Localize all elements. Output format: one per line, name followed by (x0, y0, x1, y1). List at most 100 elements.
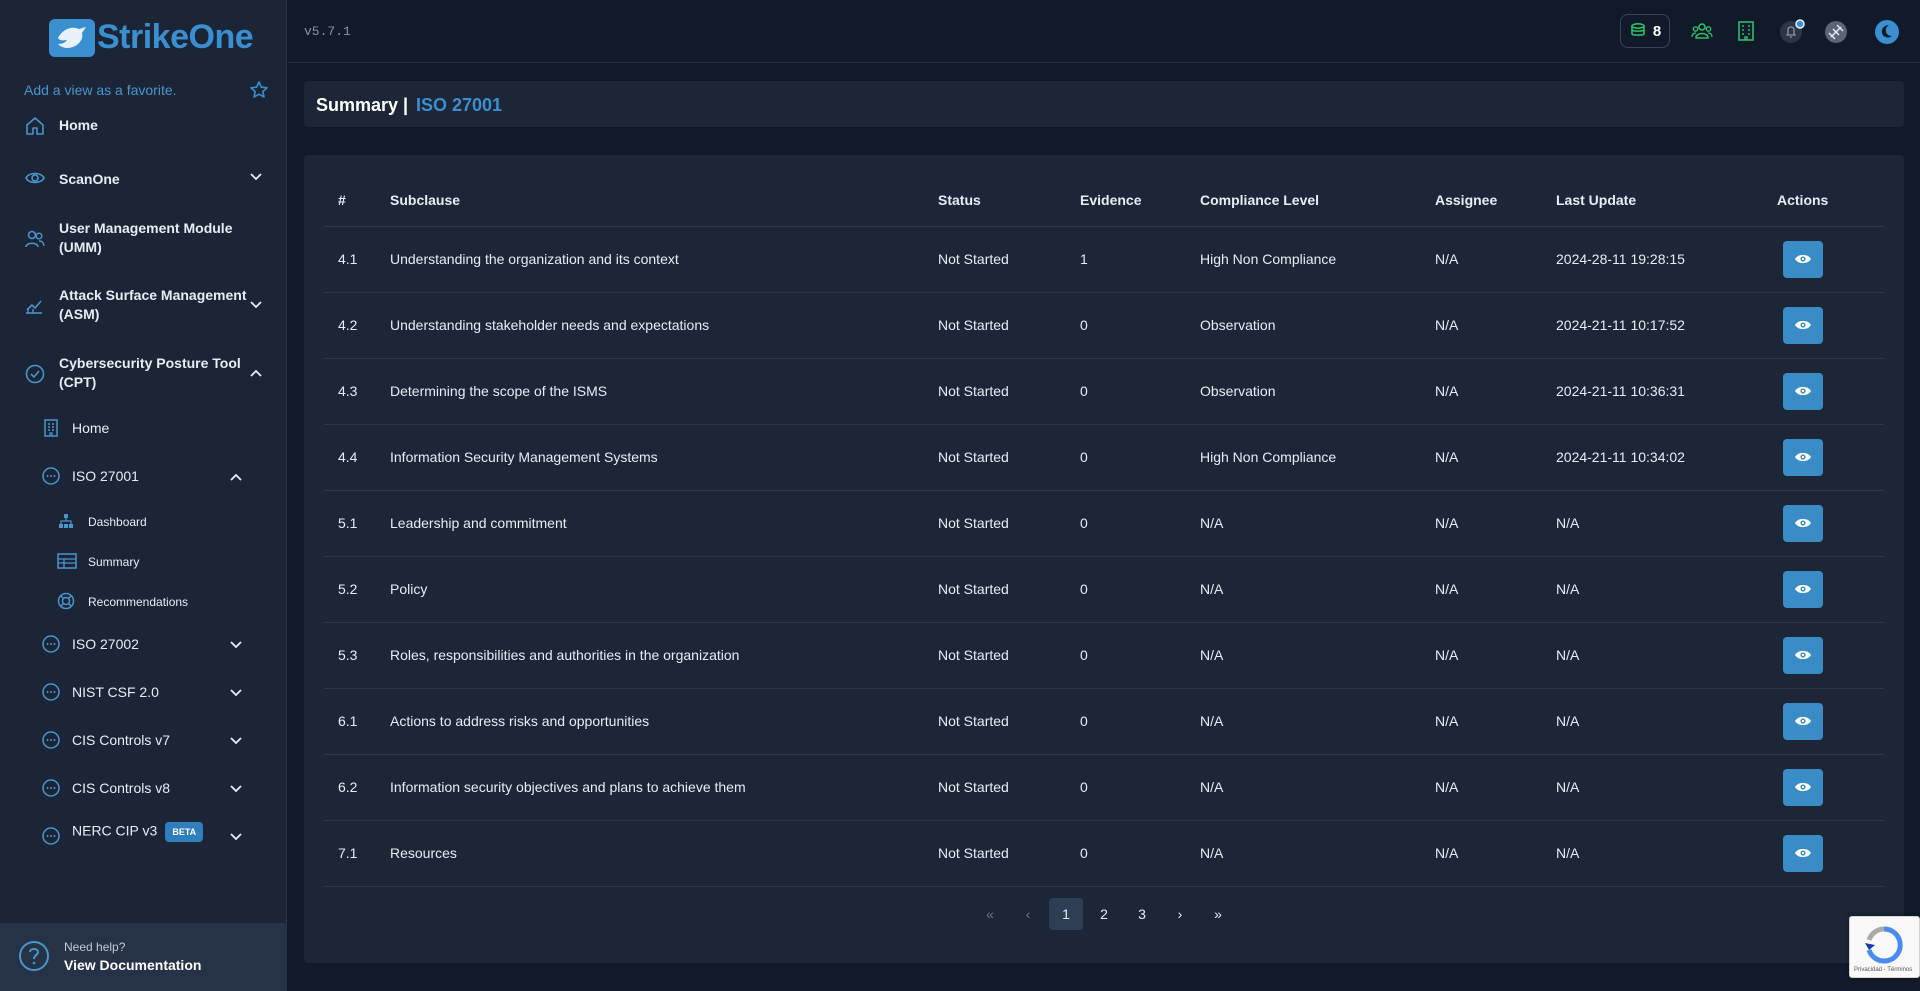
cell-assignee: N/A (1435, 424, 1556, 491)
cell-evidence: 0 (1080, 622, 1200, 689)
notification-bell-icon[interactable] (1780, 19, 1806, 45)
sidebar-item-cis-v8[interactable]: CIS Controls v8 (0, 778, 287, 800)
table-row: 5.3 Roles, responsibilities and authoriti… (324, 622, 1884, 689)
sidebar-item-home[interactable]: Home (0, 114, 287, 138)
recaptcha-badge[interactable]: Privacidad - Términos (1849, 916, 1920, 978)
cell-status: Not Started (938, 292, 1080, 359)
eye-icon (1794, 715, 1812, 727)
chevron-down-icon[interactable] (229, 688, 243, 698)
view-button[interactable] (1783, 636, 1823, 674)
chevron-down-icon[interactable] (229, 640, 243, 650)
sidebar-item-asm[interactable]: Attack Surface Management (ASM) (0, 286, 287, 326)
view-button[interactable] (1783, 768, 1823, 806)
cell-compliance-level: N/A (1200, 622, 1435, 689)
cell-evidence: 0 (1080, 292, 1200, 359)
sidebar-item-cpt-home[interactable]: Home (0, 418, 287, 440)
sidebar-item-label: Recommendations (88, 595, 189, 609)
cell-subclause: Understanding stakeholder needs and expe… (390, 292, 938, 359)
eye-icon (24, 167, 46, 189)
eye-icon (1794, 319, 1812, 331)
table-row: 6.2 Information security objectives and p… (324, 754, 1884, 821)
column-header[interactable]: Subclause (390, 175, 938, 227)
sidebar-item-label: Attack Surface Management (ASM) (59, 287, 247, 322)
page-2-button[interactable]: 2 (1087, 898, 1121, 930)
view-button[interactable] (1783, 834, 1823, 872)
sidebar-item-label: User Management Module (UMM) (59, 220, 233, 255)
sidebar-item-cis-v7[interactable]: CIS Controls v7 (0, 730, 287, 752)
cell-assignee: N/A (1435, 226, 1556, 293)
sidebar-item-summary[interactable]: Summary (0, 552, 287, 572)
sidebar-item-label: Summary (88, 555, 140, 569)
view-button[interactable] (1783, 504, 1823, 542)
satellite-icon[interactable] (1824, 20, 1848, 44)
previous-page-button[interactable]: ‹ (1011, 898, 1045, 930)
cell-status: Not Started (938, 556, 1080, 623)
column-header[interactable]: Assignee (1435, 175, 1556, 227)
cell-actions (1777, 424, 1884, 491)
star-plus-icon[interactable] (249, 80, 269, 100)
dark-mode-moon-icon[interactable] (1874, 19, 1900, 45)
view-button[interactable] (1783, 702, 1823, 740)
sidebar-item-dashboard[interactable]: Dashboard (0, 512, 287, 532)
chevron-down-icon[interactable] (229, 832, 243, 842)
chevron-down-icon[interactable] (249, 172, 263, 182)
cell-subclause: Leadership and commitment (390, 490, 938, 557)
sidebar-item-nist-csf[interactable]: NIST CSF 2.0 (0, 682, 287, 704)
view-button[interactable] (1783, 372, 1823, 410)
view-button[interactable] (1783, 438, 1823, 476)
favorite-text: Add a view as a favorite. (24, 82, 177, 98)
cell-number: 4.1 (324, 226, 390, 293)
credits-counter[interactable]: 8 (1620, 14, 1670, 48)
brand-logo[interactable]: StrikeOne (49, 18, 254, 57)
sidebar-item-nerc-cip[interactable]: NERC CIP v3 BETA (0, 822, 287, 848)
sidebar-item-label: Home (72, 420, 110, 436)
chevron-down-icon[interactable] (229, 784, 243, 794)
page-3-button[interactable]: 3 (1125, 898, 1159, 930)
chevron-down-icon[interactable] (229, 736, 243, 746)
credits-value: 8 (1652, 22, 1662, 40)
sidebar-item-umm[interactable]: User Management Module (UMM) (0, 219, 287, 259)
cell-subclause: Determining the scope of the ISMS (390, 358, 938, 425)
view-button[interactable] (1783, 570, 1823, 608)
cell-number: 5.2 (324, 556, 390, 623)
help-panel[interactable]: Need help? View Documentation (0, 923, 287, 991)
team-icon[interactable] (1691, 20, 1713, 42)
view-documentation-link[interactable]: View Documentation (64, 957, 201, 973)
first-page-button[interactable]: « (973, 898, 1007, 930)
column-header[interactable]: Compliance Level (1200, 175, 1435, 227)
cell-evidence: 0 (1080, 424, 1200, 491)
view-button[interactable] (1783, 306, 1823, 344)
sidebar-item-label: Home (59, 117, 98, 133)
cell-last-update: N/A (1556, 754, 1777, 821)
cell-subclause: Information Security Management Systems (390, 424, 938, 491)
bird-logo-icon (49, 18, 95, 57)
cell-number: 4.2 (324, 292, 390, 359)
cell-compliance-level: N/A (1200, 490, 1435, 557)
next-page-button[interactable]: › (1163, 898, 1197, 930)
chevron-down-icon[interactable] (249, 300, 263, 310)
view-button[interactable] (1783, 240, 1823, 278)
cell-last-update: 2024-21-11 10:17:52 (1556, 292, 1777, 359)
column-header: Actions (1777, 175, 1884, 227)
sidebar-item-iso27001[interactable]: ISO 27001 (0, 466, 287, 488)
cell-assignee: N/A (1435, 754, 1556, 821)
sidebar-item-recommendations[interactable]: Recommendations (0, 592, 287, 612)
chevron-up-icon[interactable] (249, 368, 263, 378)
column-header[interactable]: Last Update (1556, 175, 1777, 227)
page-1-button[interactable]: 1 (1049, 898, 1083, 930)
cell-actions (1777, 622, 1884, 689)
sidebar-item-scanone[interactable]: ScanOne (0, 166, 287, 190)
organization-building-icon[interactable] (1736, 20, 1756, 42)
favorite-bar: Add a view as a favorite. (24, 80, 269, 100)
beta-badge: BETA (165, 822, 204, 842)
sidebar-item-cpt[interactable]: Cybersecurity Posture Tool (CPT) (0, 354, 287, 394)
cell-evidence: 0 (1080, 490, 1200, 557)
chart-icon (24, 296, 44, 316)
chevron-up-icon[interactable] (229, 472, 243, 482)
cell-last-update: N/A (1556, 490, 1777, 557)
last-page-button[interactable]: » (1201, 898, 1235, 930)
column-header[interactable]: Status (938, 175, 1080, 227)
column-header[interactable]: Evidence (1080, 175, 1200, 227)
sidebar-item-iso27002[interactable]: ISO 27002 (0, 634, 287, 656)
column-header[interactable]: # (324, 175, 390, 227)
